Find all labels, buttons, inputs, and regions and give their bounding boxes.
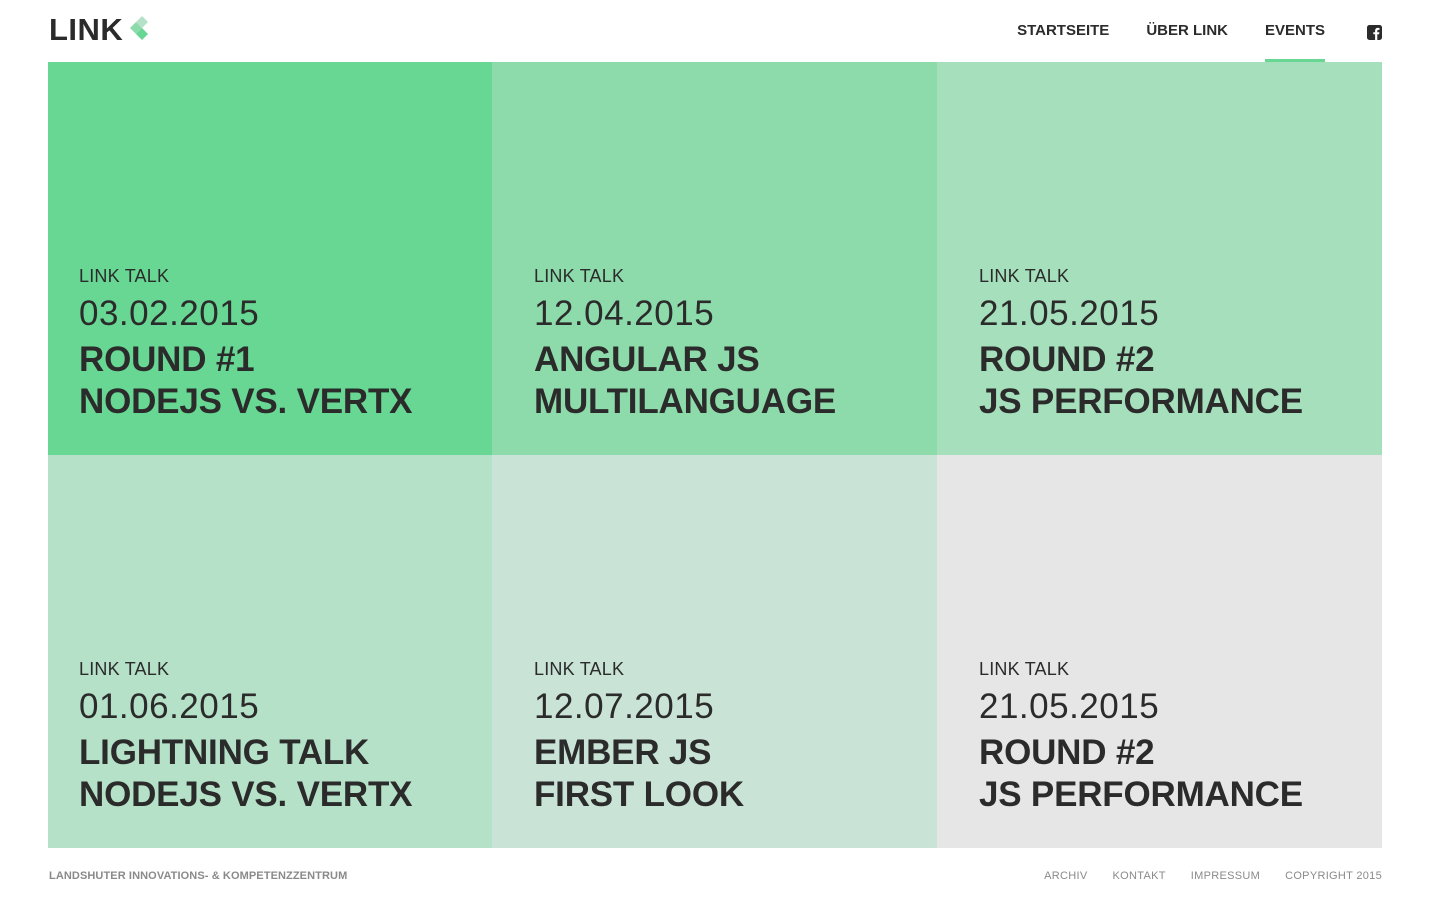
event-title-line2: JS PERFORMANCE <box>979 775 1303 814</box>
event-kicker: LINK TALK <box>979 659 1070 679</box>
event-tile[interactable]: LINK TALK 12.04.2015 ANGULAR JS MULTILAN… <box>492 62 937 455</box>
event-title-line1: ROUND #1 <box>79 340 255 379</box>
event-title-line1: EMBER JS <box>534 733 712 772</box>
event-tile[interactable]: LINK TALK 21.05.2015 ROUND #2 JS PERFORM… <box>937 62 1382 455</box>
event-date: 12.07.2015 <box>534 687 715 726</box>
site-footer: LANDSHUTER INNOVATIONS- & KOMPETENZZENTR… <box>48 869 1382 889</box>
event-title-line2: FIRST LOOK <box>534 775 744 814</box>
nav-item-events[interactable]: EVENTS <box>1264 22 1326 62</box>
event-kicker: LINK TALK <box>534 659 625 679</box>
main-nav: STARTSEITE ÜBER LINK EVENTS <box>980 0 1326 62</box>
event-date: 12.04.2015 <box>534 294 715 333</box>
footer-link-archiv[interactable]: ARCHIV <box>1044 870 1087 882</box>
nav-item-ueber-link[interactable]: ÜBER LINK <box>1146 22 1228 62</box>
nav-item-startseite[interactable]: STARTSEITE <box>1017 22 1109 62</box>
event-date: 01.06.2015 <box>79 687 260 726</box>
footer-link-kontakt[interactable]: KONTAKT <box>1113 870 1166 882</box>
event-content: LINK TALK 03.02.2015 ROUND #1 NODEJS VS.… <box>79 266 412 423</box>
event-title-line1: LIGHTNING TALK <box>79 733 370 772</box>
event-kicker: LINK TALK <box>79 659 170 679</box>
site-header: LINK STARTSEITE ÜBER LINK EVENTS <box>0 0 1440 62</box>
event-title-line2: NODEJS VS. VERTX <box>79 775 413 814</box>
facebook-icon[interactable] <box>1367 25 1382 40</box>
footer-organization: LANDSHUTER INNOVATIONS- & KOMPETENZZENTR… <box>49 870 348 882</box>
event-tile[interactable]: LINK TALK 21.05.2015 ROUND #2 JS PERFORM… <box>937 455 1382 848</box>
event-kicker: LINK TALK <box>979 266 1070 286</box>
event-title-line2: MULTILANGUAGE <box>534 382 836 421</box>
event-tile[interactable]: LINK TALK 01.06.2015 LIGHTNING TALK NODE… <box>48 455 492 848</box>
event-kicker: LINK TALK <box>79 266 170 286</box>
event-tile[interactable]: LINK TALK 12.07.2015 EMBER JS FIRST LOOK <box>492 455 937 848</box>
footer-links: ARCHIV KONTAKT IMPRESSUM COPYRIGHT 2015 <box>1019 870 1382 882</box>
event-content: LINK TALK 21.05.2015 ROUND #2 JS PERFORM… <box>979 659 1303 816</box>
event-title-line2: JS PERFORMANCE <box>979 382 1303 421</box>
event-content: LINK TALK 12.04.2015 ANGULAR JS MULTILAN… <box>534 266 836 423</box>
event-tile[interactable]: LINK TALK 03.02.2015 ROUND #1 NODEJS VS.… <box>48 62 492 455</box>
footer-copyright: COPYRIGHT 2015 <box>1285 870 1382 882</box>
event-date: 21.05.2015 <box>979 687 1160 726</box>
event-content: LINK TALK 12.07.2015 EMBER JS FIRST LOOK <box>534 659 744 816</box>
event-title-line1: ANGULAR JS <box>534 340 760 379</box>
event-date: 21.05.2015 <box>979 294 1160 333</box>
event-content: LINK TALK 01.06.2015 LIGHTNING TALK NODE… <box>79 659 412 816</box>
event-content: LINK TALK 21.05.2015 ROUND #2 JS PERFORM… <box>979 266 1303 423</box>
event-kicker: LINK TALK <box>534 266 625 286</box>
event-title-line1: ROUND #2 <box>979 733 1155 772</box>
footer-link-impressum[interactable]: IMPRESSUM <box>1191 870 1260 882</box>
events-grid: LINK TALK 03.02.2015 ROUND #1 NODEJS VS.… <box>48 62 1382 848</box>
logo-text: LINK <box>49 11 124 47</box>
event-title-line1: ROUND #2 <box>979 340 1155 379</box>
event-date: 03.02.2015 <box>79 294 260 333</box>
event-title-line2: NODEJS VS. VERTX <box>79 382 413 421</box>
logo[interactable]: LINK <box>49 11 148 47</box>
logo-diamond-icon <box>130 16 148 40</box>
